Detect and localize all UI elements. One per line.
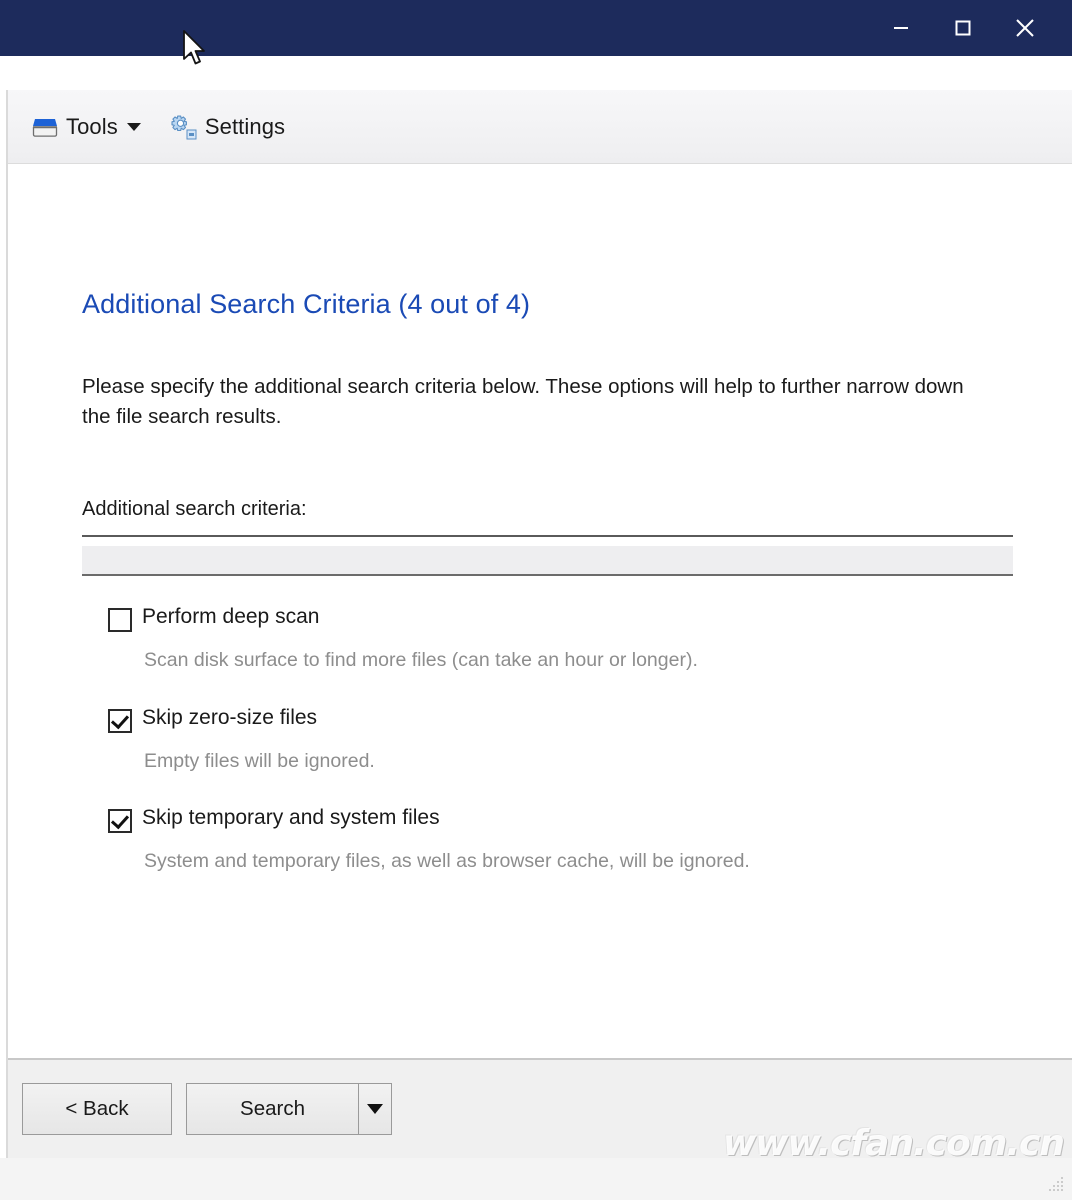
maximize-button[interactable] xyxy=(932,0,994,56)
window-title-bar[interactable] xyxy=(0,0,1072,56)
footer-button-bar: < Back Search xyxy=(8,1058,1072,1158)
minimize-button[interactable] xyxy=(870,0,932,56)
option-block: Skip temporary and system files System a… xyxy=(82,805,1008,873)
close-button[interactable] xyxy=(994,0,1056,56)
page-description: Please specify the additional search cri… xyxy=(82,375,964,429)
checkbox-skip-temporary-and-system-files[interactable] xyxy=(108,809,132,833)
minimize-icon xyxy=(890,17,912,39)
section-label: Additional search criteria: xyxy=(82,498,307,521)
close-icon xyxy=(1013,16,1037,40)
search-button[interactable]: Search xyxy=(186,1083,358,1135)
toolbar-item-settings-label: Settings xyxy=(204,113,286,139)
desktop-bottom-strip xyxy=(0,1158,1072,1200)
search-split-button: Search xyxy=(186,1083,392,1135)
drive-icon xyxy=(30,112,60,142)
options-list: Perform deep scan Scan disk surface to f… xyxy=(82,604,1008,873)
option-label: Skip zero-size files xyxy=(142,705,318,729)
option-description: Scan disk surface to find more files (ca… xyxy=(144,649,698,672)
back-button[interactable]: < Back xyxy=(22,1083,172,1135)
window-gap-strip xyxy=(0,56,1072,90)
chevron-down-icon xyxy=(126,122,141,131)
page-title: Additional Search Criteria (4 out of 4) xyxy=(82,289,531,319)
option-description: Empty files will be ignored. xyxy=(144,749,375,772)
page-content: Additional Search Criteria (4 out of 4) … xyxy=(8,164,1072,1058)
criteria-list-header[interactable] xyxy=(82,546,1013,577)
toolbar-item-tools[interactable]: Tools xyxy=(24,104,147,150)
resize-grip[interactable] xyxy=(1044,1174,1066,1196)
option-block: Perform deep scan Scan disk surface to f… xyxy=(82,604,1008,672)
option-label: Perform deep scan xyxy=(142,605,320,629)
triangle-down-icon xyxy=(367,1104,383,1114)
gear-icon xyxy=(169,112,199,142)
option-row-skip-temporary-and-system-files[interactable]: Skip temporary and system files xyxy=(82,805,1008,833)
application-window: Tools Settings Additional Search Criteri… xyxy=(6,90,1072,1158)
option-row-skip-zero-size-files[interactable]: Skip zero-size files xyxy=(82,705,1008,733)
option-label: Skip temporary and system files xyxy=(142,806,440,829)
search-dropdown-button[interactable] xyxy=(358,1083,392,1135)
checkbox-perform-deep-scan[interactable] xyxy=(108,608,132,633)
option-description: System and temporary files, as well as b… xyxy=(144,850,750,872)
toolbar-item-settings[interactable]: Settings xyxy=(163,104,291,150)
option-row-perform-deep-scan[interactable]: Perform deep scan xyxy=(82,604,1008,633)
toolbar-item-tools-label: Tools xyxy=(66,113,118,139)
section-divider xyxy=(82,535,1013,538)
toolbar: Tools Settings xyxy=(8,90,1072,164)
option-block: Skip zero-size files Empty files will be… xyxy=(82,705,1008,773)
checkbox-skip-zero-size-files[interactable] xyxy=(108,708,132,733)
maximize-icon xyxy=(952,17,974,39)
